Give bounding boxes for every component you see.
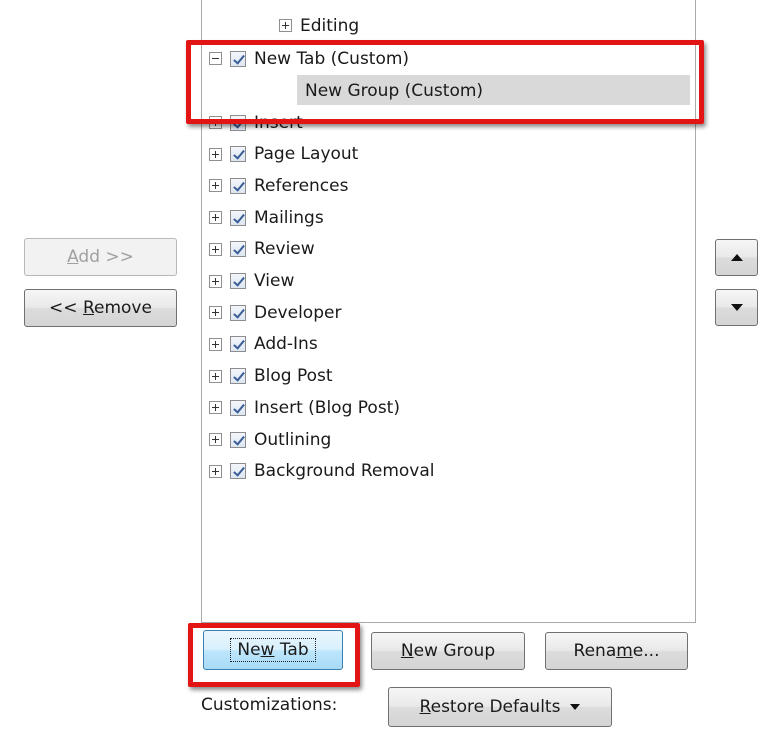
- tree-item-label: Add-Ins: [254, 334, 318, 355]
- tree-item-editing[interactable]: Editing: [202, 10, 772, 41]
- expand-plus-icon[interactable]: [209, 306, 222, 320]
- expand-plus-icon[interactable]: [209, 337, 222, 351]
- tree-item-label: References: [254, 175, 349, 196]
- checkbox-checked-icon[interactable]: [230, 304, 246, 321]
- checkbox-checked-icon[interactable]: [230, 177, 246, 194]
- tree-item[interactable]: Insert: [202, 107, 702, 138]
- tree-item-new-tab[interactable]: New Tab (Custom): [202, 43, 702, 74]
- expand-plus-icon[interactable]: [209, 147, 222, 161]
- checkbox-checked-icon[interactable]: [230, 146, 246, 163]
- move-down-button[interactable]: [715, 289, 758, 326]
- tree-item-label: Page Layout: [254, 144, 359, 165]
- add-button[interactable]: Add >>: [24, 238, 177, 276]
- tree-item[interactable]: Outlining: [202, 424, 702, 455]
- expand-plus-icon[interactable]: [209, 242, 222, 256]
- tree-item-label: New Tab (Custom): [254, 48, 410, 69]
- checkbox-checked-icon[interactable]: [230, 273, 246, 289]
- rename-button-label: Rename...: [573, 641, 660, 661]
- tree-item-label: Background Removal: [254, 461, 435, 482]
- add-button-label: Add >>: [67, 247, 134, 267]
- tree-item[interactable]: Background Removal: [202, 456, 702, 487]
- restore-defaults-label: Restore Defaults: [419, 697, 561, 717]
- remove-button[interactable]: << Remove: [24, 289, 177, 327]
- tree-item-label: Mailings: [254, 207, 324, 228]
- checkbox-checked-icon[interactable]: [230, 431, 246, 448]
- expand-plus-icon[interactable]: [209, 401, 222, 415]
- expand-plus-icon[interactable]: [209, 179, 222, 193]
- tree-item-label: New Group (Custom): [305, 80, 484, 101]
- checkbox-checked-icon[interactable]: [230, 336, 246, 353]
- tree-item[interactable]: Add-Ins: [202, 329, 702, 360]
- new-group-button-label: New Group: [400, 641, 496, 661]
- tree-item[interactable]: Review: [202, 234, 702, 265]
- new-tab-button-label: New Tab: [230, 638, 316, 662]
- tree-item[interactable]: Page Layout: [202, 139, 702, 170]
- move-up-button[interactable]: [715, 239, 758, 276]
- tree-item-label: View: [254, 271, 295, 291]
- expand-plus-icon[interactable]: [209, 369, 222, 383]
- tree-item[interactable]: Mailings: [202, 202, 702, 233]
- rename-button[interactable]: Rename...: [545, 632, 688, 670]
- expand-plus-icon[interactable]: [279, 19, 292, 32]
- remove-button-label: << Remove: [49, 298, 152, 318]
- tree-item-label: Blog Post: [254, 366, 333, 387]
- expand-plus-icon[interactable]: [209, 116, 222, 129]
- checkbox-checked-icon[interactable]: [230, 241, 246, 258]
- expand-plus-icon[interactable]: [209, 433, 222, 446]
- triangle-down-icon: [730, 304, 743, 311]
- checkbox-checked-icon[interactable]: [230, 114, 246, 131]
- tree-item[interactable]: References: [202, 170, 702, 201]
- checkbox-checked-icon[interactable]: [230, 463, 246, 480]
- tree-item[interactable]: Insert (Blog Post): [202, 392, 702, 423]
- triangle-up-icon: [730, 254, 743, 261]
- expand-plus-icon[interactable]: [209, 211, 222, 225]
- new-group-button[interactable]: New Group: [371, 632, 525, 670]
- checkbox-checked-icon[interactable]: [230, 368, 246, 385]
- checkbox-checked-icon[interactable]: [230, 399, 246, 416]
- expand-plus-icon[interactable]: [209, 274, 222, 288]
- tree-item-label: Review: [254, 239, 315, 260]
- checkbox-checked-icon[interactable]: [230, 209, 246, 226]
- restore-defaults-button[interactable]: Restore Defaults: [388, 687, 612, 727]
- checkbox-checked-icon[interactable]: [230, 50, 246, 67]
- expand-plus-icon[interactable]: [209, 464, 222, 478]
- tree-item[interactable]: Developer: [202, 297, 702, 328]
- tree-item-label: Developer: [254, 302, 342, 323]
- caret-down-icon: [570, 704, 581, 710]
- customizations-label: Customizations:: [201, 695, 338, 715]
- tree-item-label: Editing: [300, 15, 360, 36]
- tree-item[interactable]: Blog Post: [202, 361, 702, 392]
- ribbon-tabs-tree[interactable]: Editing New Tab (Custom) New Group (Cust…: [201, 0, 696, 623]
- new-tab-button[interactable]: New Tab: [203, 630, 343, 670]
- tree-item-new-group[interactable]: New Group (Custom): [202, 75, 772, 106]
- tree-item-label: Insert (Blog Post): [254, 397, 400, 418]
- tree-item-label: Outlining: [254, 429, 332, 450]
- tree-item-label: Insert: [254, 112, 303, 133]
- tree-item[interactable]: View: [202, 266, 702, 297]
- collapse-minus-icon[interactable]: [209, 52, 222, 65]
